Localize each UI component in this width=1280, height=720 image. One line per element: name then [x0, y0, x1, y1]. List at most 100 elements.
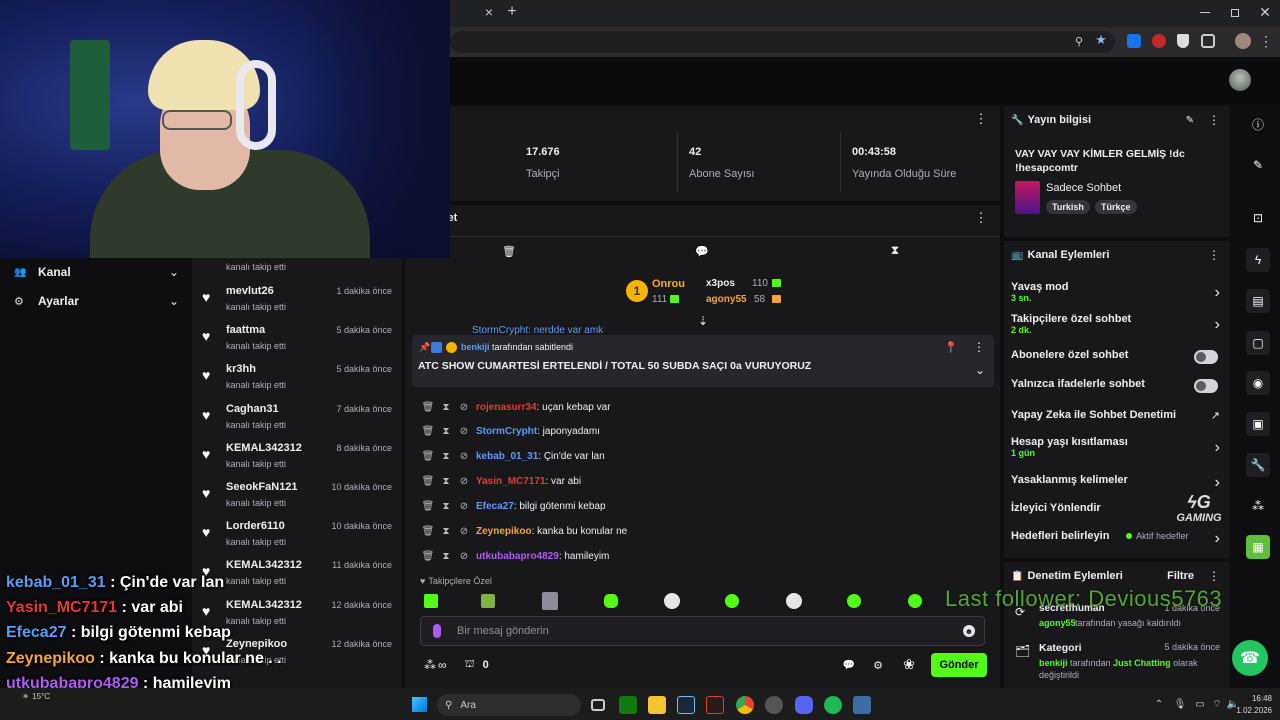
new-tab-icon[interactable]: +	[505, 3, 519, 20]
chat-username[interactable]: kebab_01_31	[476, 451, 538, 462]
ban-icon[interactable]: ⊘	[456, 451, 472, 462]
shield-extension-icon[interactable]	[1177, 34, 1189, 48]
save-icon[interactable]: ▣	[1246, 412, 1270, 436]
feed-username[interactable]: KEMAL342312	[226, 599, 302, 611]
emote-icon[interactable]	[725, 594, 739, 608]
timeout-icon[interactable]: ⧗	[438, 551, 454, 562]
chat-username[interactable]: utkubabapro4829	[476, 551, 559, 562]
delete-message-icon[interactable]: 🗑	[420, 476, 436, 487]
chat-input-box[interactable]: Bir mesaj gönderin ☻	[420, 616, 985, 646]
browser-menu-icon[interactable]: ⋮	[1259, 33, 1273, 49]
channel-action-item[interactable]: Yavaş mod 3 sn. ›	[1011, 281, 1226, 307]
toggle-switch[interactable]	[1194, 379, 1218, 393]
info-icon[interactable]: ⓘ	[1246, 112, 1270, 136]
chat-username[interactable]: rojenasurr34	[476, 402, 537, 413]
feed-username[interactable]: mevlut26	[226, 285, 274, 297]
ban-icon[interactable]: ⊘	[456, 476, 472, 487]
chat-bubble-icon[interactable]: 💬	[843, 658, 855, 672]
channel-action-item[interactable]: Hesap yaşı kısıtlaması 1 gün ›	[1011, 436, 1226, 462]
user-avatar[interactable]	[1229, 69, 1251, 91]
steam-icon[interactable]	[677, 696, 695, 714]
ban-icon[interactable]: ⊘	[456, 501, 472, 512]
app-red-icon[interactable]	[706, 696, 724, 714]
feed-username[interactable]: KEMAL342312	[226, 442, 302, 454]
timeout-icon[interactable]: ⧗	[438, 402, 454, 413]
toggle-switch[interactable]	[1194, 350, 1218, 364]
tab-close-icon[interactable]: ×	[482, 4, 496, 20]
channel-action-item[interactable]: Yasaklanmış kelimeler ›	[1011, 474, 1226, 491]
sidebar-item-settings[interactable]: ⚙ Ayarlar ⌄	[14, 293, 179, 309]
feed-username[interactable]: faattma	[226, 324, 265, 336]
channel-action-item[interactable]: Yapay Zeka ile Sohbet Denetimi ↗	[1011, 409, 1226, 425]
chrome-icon[interactable]	[736, 696, 754, 714]
timeout-icon[interactable]: ⧗	[438, 451, 454, 462]
store-icon[interactable]: ⛫	[465, 658, 475, 672]
mic-tray-icon[interactable]: 🎙	[1174, 696, 1187, 712]
app-icon[interactable]	[853, 696, 871, 714]
gear-icon[interactable]: ⚙	[872, 658, 884, 672]
app-icon[interactable]: ▦	[1246, 535, 1270, 559]
close-icon[interactable]: ✕	[1259, 4, 1271, 20]
share-icon[interactable]: ⁂	[1246, 494, 1270, 518]
tag[interactable]: Türkçe	[1095, 200, 1137, 214]
stream-info-more-icon[interactable]: ⋮	[1208, 113, 1220, 127]
channel-action-item[interactable]: Abonelere özel sohbet	[1011, 349, 1226, 365]
chat-username[interactable]: Efeca27	[476, 501, 514, 512]
wrench-rail-icon[interactable]: 🔧	[1246, 453, 1270, 477]
emote-icon[interactable]	[424, 594, 438, 608]
extension-icon[interactable]	[1127, 34, 1141, 48]
delete-message-icon[interactable]: 🗑	[420, 551, 436, 562]
ban-icon[interactable]: ⊘	[456, 526, 472, 537]
channel-action-item[interactable]: Takipçilere özel sohbet 2 dk. ›	[1011, 313, 1226, 339]
chevron-down-icon[interactable]: ⌄	[974, 363, 986, 377]
sidebar-item-channel[interactable]: 👥 Kanal ⌄	[14, 264, 179, 280]
delete-message-icon[interactable]: 🗑	[420, 426, 436, 437]
feed-username[interactable]: KEMAL342312	[226, 559, 302, 571]
delete-message-icon[interactable]: 🗑	[420, 402, 436, 413]
feed-username[interactable]: Caghan31	[226, 403, 279, 415]
feed-username[interactable]: kr3hh	[226, 363, 256, 375]
support-chat-icon[interactable]: ☎	[1232, 640, 1268, 676]
network-tray-icon[interactable]: ⌔	[1212, 696, 1222, 712]
timeout-icon[interactable]: ⧗	[438, 501, 454, 512]
timeout-icon[interactable]: ⧗	[438, 476, 454, 487]
pinned-more-icon[interactable]: ⋮	[973, 340, 985, 354]
file-explorer-icon[interactable]	[648, 696, 666, 714]
feed-username[interactable]: Zeynepikoo	[226, 638, 287, 650]
hourglass-icon[interactable]: ⧗	[889, 243, 901, 257]
pinned-message[interactable]: 📌 benkiji tarafından sabitlendi 📍 ⋮ ATC …	[412, 335, 994, 387]
mic-icon[interactable]	[433, 624, 441, 638]
emote-icon[interactable]	[604, 594, 618, 608]
ban-icon[interactable]: ⊘	[456, 402, 472, 413]
chat-rail-icon[interactable]: ▢	[1246, 331, 1270, 355]
weather-widget[interactable]: ☀ 15°C	[22, 692, 50, 701]
clock[interactable]: 16:48 1.02.2026	[1232, 693, 1272, 717]
start-icon[interactable]	[412, 697, 427, 712]
filter-button[interactable]: Filtre	[1167, 570, 1194, 582]
emote-icon[interactable]	[908, 594, 922, 608]
tag[interactable]: Turkish	[1046, 200, 1090, 214]
zoom-icon[interactable]: ⚲	[1073, 35, 1085, 48]
discord-icon[interactable]	[795, 696, 813, 714]
emote-picker-icon[interactable]: ❀	[901, 656, 917, 672]
emote-icon[interactable]	[481, 594, 495, 608]
emote-icon[interactable]	[847, 594, 861, 608]
spotify-icon[interactable]	[824, 696, 842, 714]
emote-icon[interactable]	[664, 593, 680, 609]
unpin-icon[interactable]: 📍	[944, 340, 958, 354]
delete-message-icon[interactable]: 🗑	[420, 501, 436, 512]
taskbar-search[interactable]: ⚲ Ara	[437, 694, 581, 716]
broadcast-icon[interactable]: ◉	[1246, 371, 1270, 395]
timeout-icon[interactable]: ⧗	[438, 426, 454, 437]
points-icon[interactable]: ⁂	[424, 658, 436, 672]
restore-icon[interactable]	[1231, 9, 1239, 17]
tray-chevron-icon[interactable]: ⌃	[1154, 696, 1164, 712]
puzzle-extension-icon[interactable]	[1201, 34, 1215, 48]
emote-icon[interactable]	[786, 593, 802, 609]
ban-icon[interactable]: ⊘	[456, 551, 472, 562]
focus-icon[interactable]: ⊡	[1246, 206, 1270, 230]
task-view-icon[interactable]	[591, 699, 605, 711]
feed-username[interactable]: SeeokFaN121	[226, 481, 298, 493]
lightning-icon[interactable]: ϟ	[1246, 248, 1270, 272]
chat-more-icon[interactable]: ⋮	[975, 210, 988, 225]
